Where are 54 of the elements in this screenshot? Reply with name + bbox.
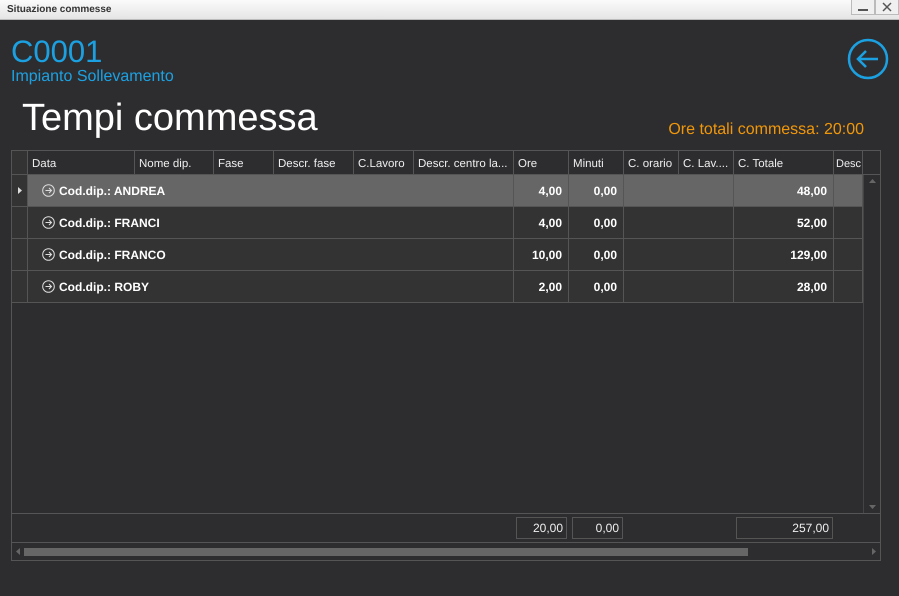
total-cost-cell-text: 28,00 — [796, 278, 827, 296]
minimize-button[interactable] — [851, 0, 875, 15]
group-row[interactable]: Cod.dip.: ANDREA 4,00 0,00 48,00 — [12, 175, 864, 207]
column-header[interactable]: Ore — [514, 151, 569, 174]
column-header[interactable]: Desc — [834, 151, 863, 174]
expand-icon[interactable] — [42, 280, 55, 293]
column-header[interactable]: C. orario — [624, 151, 679, 174]
scroll-right-icon[interactable] — [872, 548, 876, 555]
group-caption: Cod.dip.: ANDREA — [59, 182, 166, 200]
group-row[interactable]: Cod.dip.: FRANCI 4,00 0,00 52,00 — [12, 207, 864, 239]
column-header[interactable]: Descr. centro la... — [414, 151, 514, 174]
column-header[interactable]: C. Totale — [734, 151, 834, 174]
expand-icon[interactable] — [42, 248, 55, 261]
minutes-cell-text: 0,00 — [594, 246, 617, 264]
hours-cell-text: 2,00 — [538, 278, 562, 296]
total-hours-label: Ore totali commessa: 20:00 — [668, 120, 864, 140]
total-cost-cell-text: 48,00 — [796, 182, 827, 200]
expand-icon[interactable] — [42, 184, 55, 197]
close-button[interactable] — [875, 0, 899, 15]
minutes-cell-text: 0,00 — [594, 214, 617, 232]
scrollbar-thumb[interactable] — [24, 548, 748, 556]
column-header[interactable]: Descr. fase — [274, 151, 354, 174]
minutes-cell-text: 0,00 — [594, 182, 617, 200]
hours-cell-text: 4,00 — [538, 214, 562, 232]
hours-cell-text: 4,00 — [538, 182, 562, 200]
scroll-left-icon[interactable] — [16, 548, 20, 555]
back-button[interactable] — [847, 38, 889, 80]
job-description: Impianto Sollevamento — [11, 68, 174, 86]
column-header[interactable]: Data — [28, 151, 135, 174]
column-header[interactable]: C. Lav.... — [679, 151, 734, 174]
current-row-icon — [18, 187, 22, 194]
job-code: C0001 — [11, 36, 104, 68]
group-row[interactable]: Cod.dip.: FRANCO 10,00 0,00 129,00 — [12, 239, 864, 271]
column-header[interactable]: C.Lavoro — [354, 151, 414, 174]
column-header[interactable]: Minuti — [569, 151, 624, 174]
close-icon — [882, 2, 892, 12]
minutes-total: 0,00 — [572, 517, 623, 540]
group-caption: Cod.dip.: FRANCO — [59, 246, 166, 264]
column-header[interactable]: Nome dip. — [135, 151, 214, 174]
total-cost-cell-text: 129,00 — [790, 246, 827, 264]
group-caption: Cod.dip.: ROBY — [59, 278, 149, 296]
minutes-cell-text: 0,00 — [594, 278, 617, 296]
group-caption: Cod.dip.: FRANCI — [59, 214, 160, 232]
scroll-down-icon[interactable] — [868, 505, 876, 510]
section-title: Tempi commessa — [22, 96, 318, 140]
hours-cell-text: 10,00 — [532, 246, 562, 264]
total-cost-cell-text: 52,00 — [796, 214, 827, 232]
scroll-up-icon[interactable] — [868, 179, 876, 183]
total-cost-sum: 257,00 — [736, 517, 833, 540]
window-title: Situazione commesse — [7, 3, 112, 17]
column-header[interactable]: Fase — [214, 151, 274, 174]
expand-icon[interactable] — [42, 216, 55, 229]
hours-total: 20,00 — [516, 517, 567, 540]
group-row[interactable]: Cod.dip.: ROBY 2,00 0,00 28,00 — [12, 271, 864, 303]
